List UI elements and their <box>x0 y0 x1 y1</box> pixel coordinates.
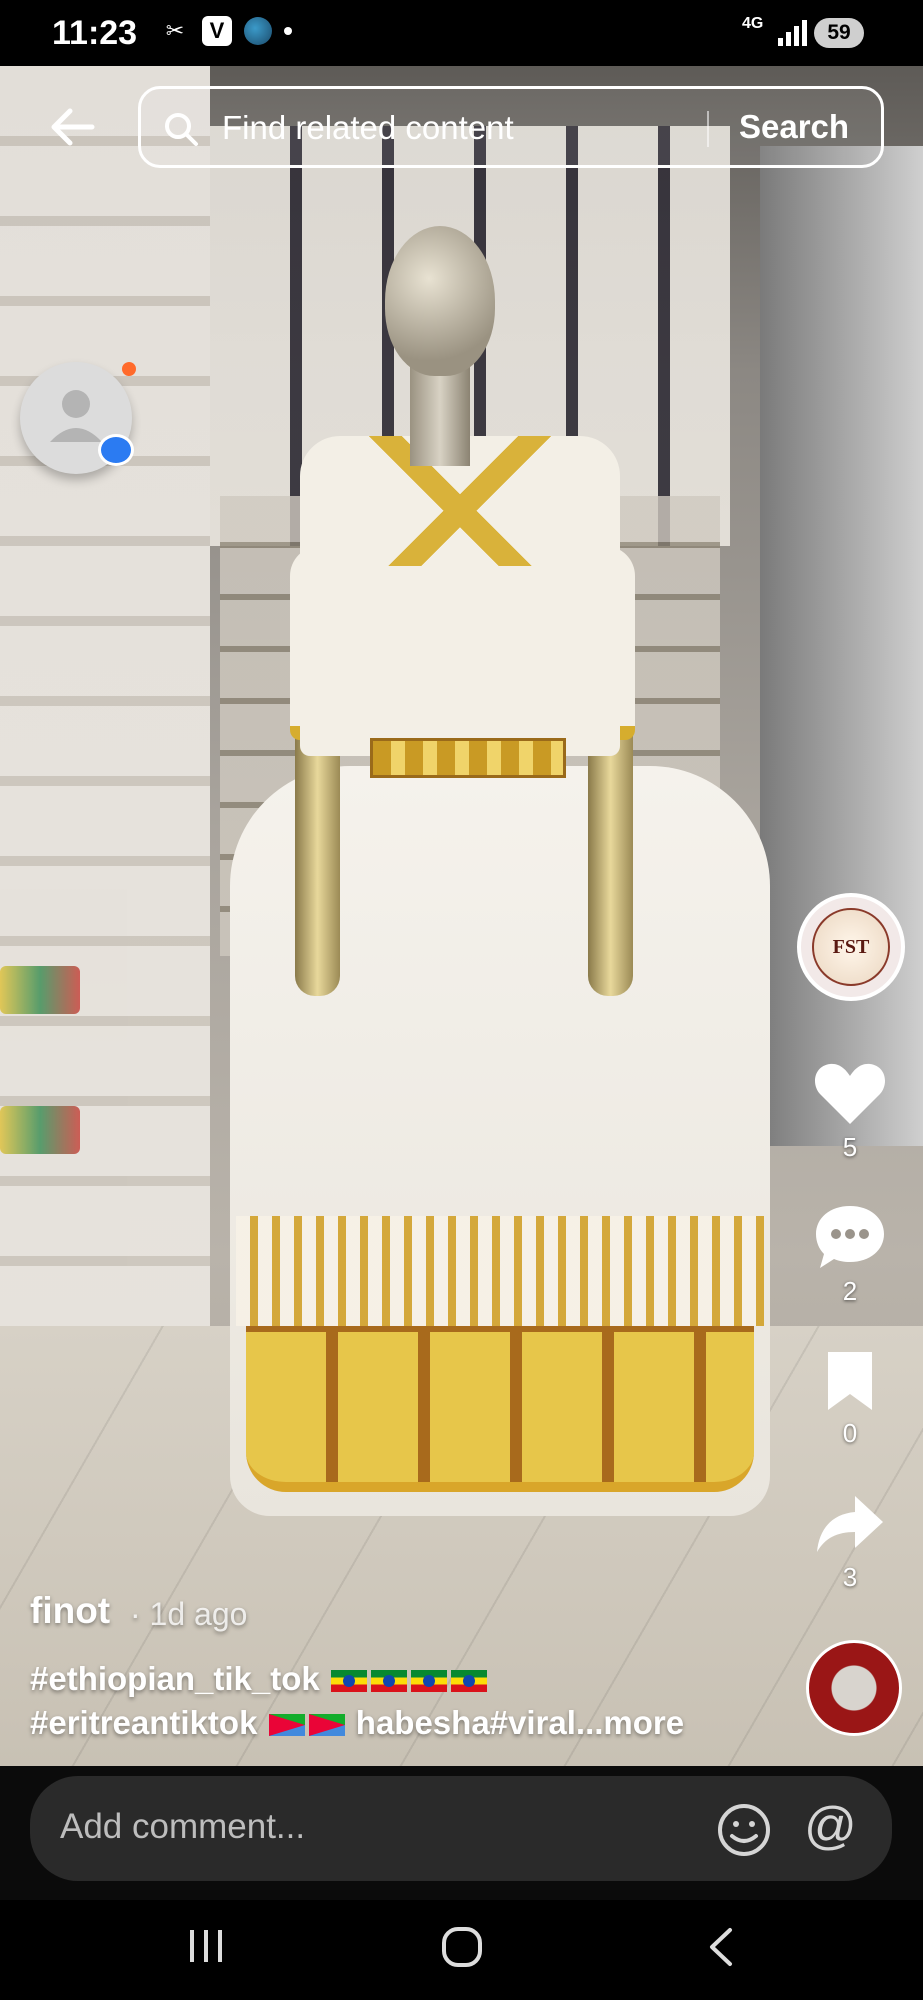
arrow-left-icon <box>51 108 95 146</box>
back-nav-icon[interactable] <box>706 1926 736 1968</box>
eritrea-flag-icon <box>268 1714 305 1737</box>
video-player[interactable] <box>0 66 923 1766</box>
bookmark-icon <box>828 1352 872 1410</box>
live-dot <box>122 362 136 376</box>
search-divider <box>707 111 709 147</box>
caption-line-1[interactable]: #ethiopian_tik_tok <box>30 1660 489 1698</box>
system-nav-bar <box>0 1900 923 2000</box>
like-count: 5 <box>842 1132 858 1162</box>
comment-button[interactable]: 2 <box>813 1204 887 1307</box>
network-type: 4G <box>742 15 764 32</box>
hashtag-habesha-viral[interactable]: habesha#viral <box>356 1704 576 1741</box>
search-icon <box>165 113 198 146</box>
author-name[interactable]: finot <box>30 1590 110 1632</box>
hashtag-eritrean[interactable]: #eritreantiktok <box>30 1704 257 1741</box>
music-disc[interactable] <box>806 1640 902 1736</box>
back-button[interactable] <box>48 103 96 151</box>
recent-apps-icon[interactable] <box>186 1926 226 1966</box>
capcut-icon: ✂ <box>165 18 185 43</box>
v-app-icon: V <box>202 16 232 46</box>
share-button[interactable]: 3 <box>813 1494 887 1593</box>
dress-hem-band <box>246 1326 754 1492</box>
like-button[interactable]: 5 <box>813 1060 887 1163</box>
ethiopia-flag-icon <box>450 1670 487 1693</box>
comment-placeholder[interactable]: Add comment... <box>60 1807 305 1847</box>
notification-dot <box>284 27 292 35</box>
mention-icon[interactable]: @ <box>804 1796 857 1856</box>
dress-embroidery-band <box>236 1216 764 1326</box>
save-count: 0 <box>842 1418 858 1448</box>
status-notification-icons: ✂ V <box>160 16 292 46</box>
hashtag-ethiopian[interactable]: #ethiopian_tik_tok <box>30 1660 320 1697</box>
ethiopia-flag-icon <box>330 1670 367 1693</box>
share-count: 3 <box>842 1562 858 1592</box>
more-link[interactable]: ...more <box>576 1704 684 1741</box>
search-button[interactable]: Search <box>739 108 849 146</box>
home-icon[interactable] <box>441 1926 483 1968</box>
brand-logo[interactable]: FST <box>797 893 905 1001</box>
mannequin-head <box>385 226 495 376</box>
search-bar[interactable]: Find related content Search <box>138 86 884 168</box>
status-bar: 11:23 ✂ V 4G 59 <box>0 0 923 66</box>
ethiopia-flag-icon <box>410 1670 447 1693</box>
message-bubble-icon <box>98 434 134 466</box>
save-button[interactable]: 0 <box>813 1350 887 1449</box>
share-arrow-icon <box>817 1496 883 1552</box>
sticker-icon[interactable] <box>716 1802 772 1858</box>
comment-count: 2 <box>842 1276 858 1306</box>
comment-input[interactable]: Add comment... @ <box>30 1776 892 1881</box>
globe-icon <box>244 17 272 45</box>
eritrea-flag-icon <box>308 1714 345 1737</box>
caption-line-2[interactable]: #eritreantiktok habesha#viral...more <box>30 1704 684 1742</box>
status-time: 11:23 <box>52 14 138 52</box>
post-time: · 1d ago <box>130 1596 248 1632</box>
brand-emblem: FST <box>812 908 890 986</box>
dress-belt <box>370 738 566 778</box>
comment-icon <box>816 1206 884 1268</box>
signal-icon <box>778 20 807 46</box>
battery-indicator: 59 <box>814 18 864 48</box>
creator-avatar[interactable] <box>20 362 136 478</box>
brand-logo-text: FST <box>832 935 870 958</box>
heart-icon <box>814 1063 886 1124</box>
ethiopia-flag-icon <box>370 1670 407 1693</box>
search-input[interactable]: Find related content <box>222 109 514 147</box>
